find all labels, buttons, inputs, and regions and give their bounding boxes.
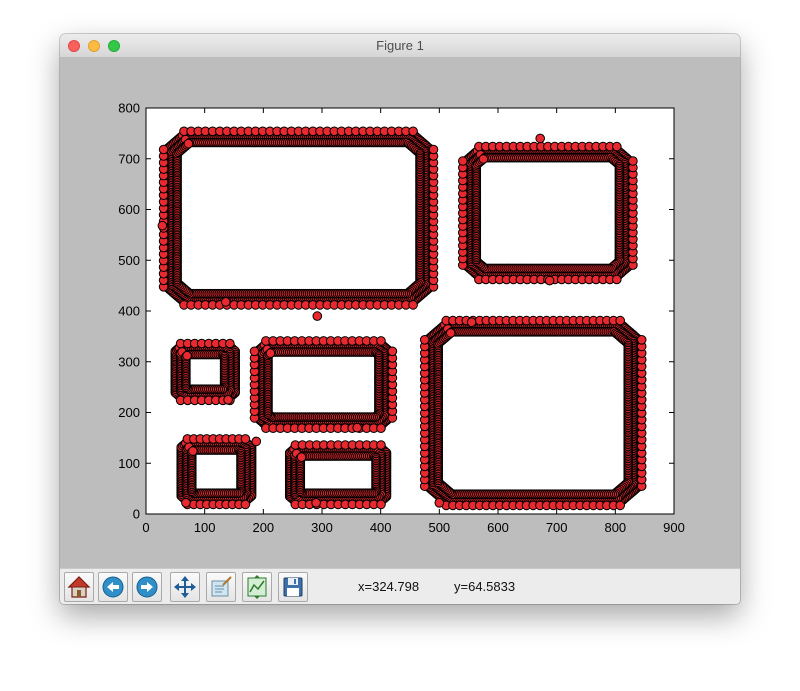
scatter-point (225, 338, 235, 349)
scatter-point (376, 336, 386, 346)
scatter-point (478, 154, 489, 164)
scatter-point (240, 434, 251, 444)
scatter-point (183, 138, 194, 149)
scatter-point (419, 335, 430, 345)
scatter-point (445, 328, 456, 338)
title-bar[interactable]: Figure 1 (60, 34, 740, 58)
scatter-point (458, 156, 468, 166)
scatter-point (408, 126, 418, 137)
scatter-point (182, 350, 192, 361)
window-title: Figure 1 (376, 38, 424, 53)
scatter-point (612, 141, 622, 152)
scatter-point (628, 156, 638, 166)
scatter-point (265, 348, 276, 359)
scatter-point (158, 144, 169, 155)
scatter-plot[interactable]: 0 100 200 300 400 500 600 700 800 900010020030040… (60, 57, 740, 568)
scatter-point (387, 346, 398, 357)
scatter-point (249, 346, 260, 357)
scatter-point (376, 423, 386, 434)
scatter-point (615, 500, 626, 511)
figure-window: Figure 1 0 100 200 300 400 500 600 700 800 900 0 10… (60, 34, 740, 604)
scatter-point (240, 499, 251, 510)
scatter-point (188, 446, 198, 456)
scatter-point (428, 144, 439, 155)
scatter-point (408, 300, 418, 310)
scatter-point (612, 274, 622, 285)
scatter-point (615, 315, 626, 326)
scatter-point (636, 335, 647, 345)
figure-canvas[interactable]: 0 100 200 300 400 500 600 700 800 900 0 100 200 300 40… (60, 57, 740, 568)
